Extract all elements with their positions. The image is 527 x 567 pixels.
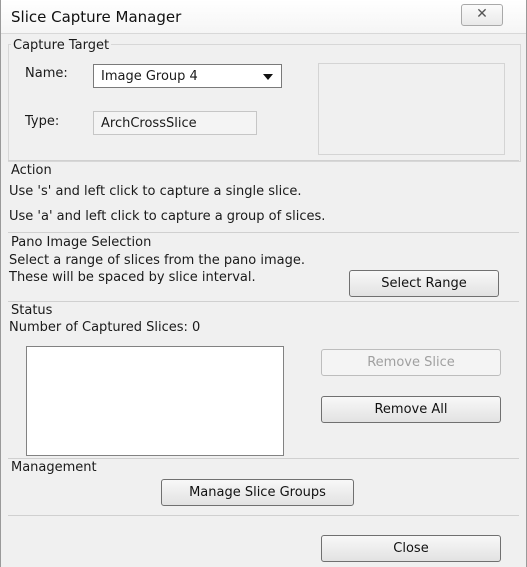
name-label: Name: [25, 66, 68, 81]
close-window-button[interactable]: ✕ [461, 4, 503, 26]
pano-instruction-1: Select a range of slices from the pano i… [9, 253, 305, 268]
pano-instruction-2: These will be spaced by slice interval. [9, 270, 256, 285]
action-instruction-single: Use 's' and left click to capture a sing… [9, 184, 302, 199]
captured-slices-list[interactable] [26, 346, 284, 456]
remove-all-button[interactable]: Remove All [321, 396, 501, 423]
window-title: Slice Capture Manager [11, 8, 182, 26]
footer-divider [8, 515, 519, 516]
select-range-button[interactable]: Select Range [349, 270, 499, 297]
close-icon: ✕ [476, 6, 488, 22]
slice-capture-manager-window: Slice Capture Manager ✕ Capture Target N… [0, 0, 527, 567]
action-instruction-group: Use 'a' and left click to capture a grou… [9, 209, 326, 224]
type-value: ArchCrossSlice [101, 116, 197, 131]
pano-divider [8, 232, 519, 233]
management-title: Management [11, 460, 97, 475]
name-dropdown-value: Image Group 4 [101, 69, 198, 84]
chevron-down-icon [263, 74, 273, 80]
status-divider [8, 301, 519, 302]
capture-target-title: Capture Target [11, 38, 112, 53]
captured-slices-count: Number of Captured Slices: 0 [9, 320, 201, 335]
status-title: Status [11, 303, 53, 318]
manage-slice-groups-button[interactable]: Manage Slice Groups [161, 479, 354, 506]
title-bar: Slice Capture Manager ✕ [1, 0, 526, 34]
action-divider [8, 160, 519, 161]
name-dropdown[interactable]: Image Group 4 [93, 64, 282, 88]
type-field: ArchCrossSlice [93, 111, 257, 135]
close-button[interactable]: Close [321, 535, 501, 562]
type-label: Type: [25, 114, 60, 129]
capture-preview-box [318, 63, 505, 155]
management-divider [8, 458, 519, 459]
remove-slice-button[interactable]: Remove Slice [321, 349, 501, 376]
action-title: Action [11, 163, 52, 178]
pano-title: Pano Image Selection [11, 235, 152, 250]
